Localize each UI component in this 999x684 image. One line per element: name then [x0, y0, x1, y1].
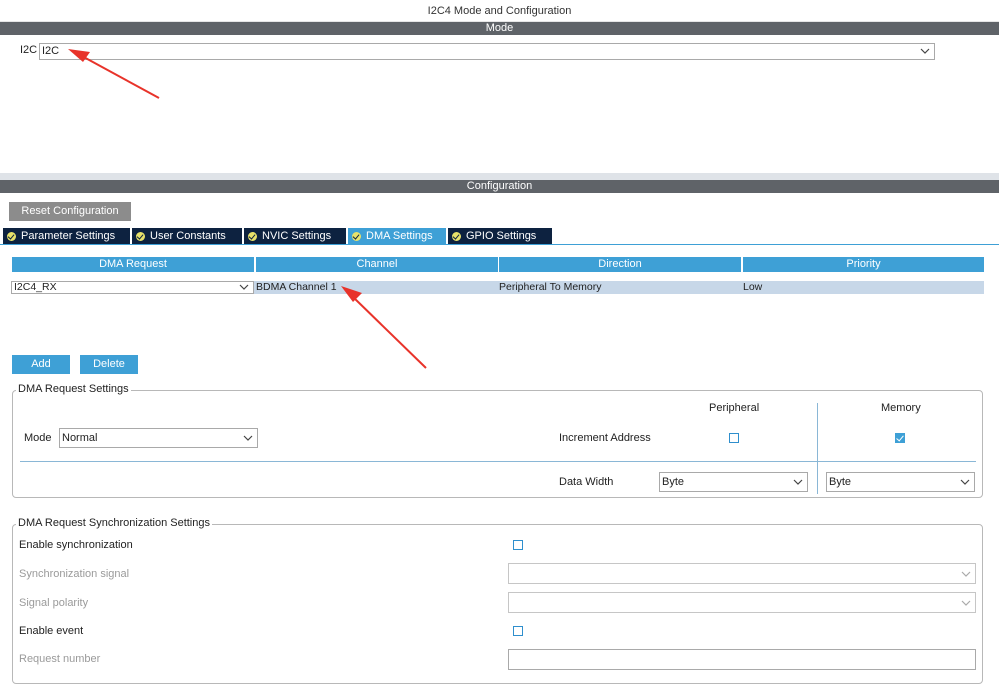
enable-event-checkbox[interactable] — [513, 626, 523, 636]
panel-separator[interactable] — [0, 173, 999, 180]
chevron-down-icon — [243, 429, 253, 447]
peripheral-increment-checkbox[interactable] — [729, 433, 739, 443]
delete-button[interactable]: Delete — [80, 355, 138, 374]
check-circle-icon — [352, 231, 361, 241]
column-header-dma-request[interactable]: DMA Request — [12, 257, 254, 272]
i2c-mode-label: I2C — [20, 44, 38, 56]
row-divider — [20, 461, 976, 462]
dma-request-settings-legend: DMA Request Settings — [16, 383, 131, 395]
reset-configuration-button[interactable]: Reset Configuration — [9, 202, 131, 221]
channel-cell: BDMA Channel 1 — [256, 281, 337, 293]
peripheral-header: Peripheral — [709, 402, 760, 414]
column-divider — [817, 403, 818, 494]
dma-sync-settings-legend: DMA Request Synchronization Settings — [16, 517, 212, 529]
chevron-down-icon — [793, 473, 803, 491]
memory-increment-checkbox[interactable] — [895, 433, 905, 443]
request-number-input[interactable] — [508, 649, 976, 670]
check-circle-icon — [7, 231, 16, 241]
peripheral-data-width-select[interactable]: Byte — [659, 472, 808, 492]
tab-user-constants[interactable]: User Constants — [132, 228, 242, 244]
chevron-down-icon — [239, 282, 249, 293]
window-title: I2C4 Mode and Configuration — [0, 0, 999, 22]
i2c-mode-select[interactable]: I2C — [39, 43, 935, 60]
tab-underline — [0, 244, 999, 245]
memory-data-width-select[interactable]: Byte — [826, 472, 975, 492]
mode-label: Mode — [24, 432, 52, 444]
add-button[interactable]: Add — [12, 355, 70, 374]
red-arrow-icon — [341, 286, 427, 369]
mode-panel: I2C I2C — [0, 35, 999, 173]
tab-dma-settings[interactable]: DMA Settings — [348, 228, 446, 244]
increment-address-label: Increment Address — [559, 432, 651, 444]
configuration-section-header: Configuration — [0, 180, 999, 193]
column-header-channel[interactable]: Channel — [256, 257, 498, 272]
check-circle-icon — [248, 231, 257, 241]
column-header-priority[interactable]: Priority — [743, 257, 984, 272]
enable-synchronization-checkbox[interactable] — [513, 540, 523, 550]
request-number-label: Request number — [19, 653, 101, 665]
mode-section-header: Mode — [0, 22, 999, 35]
dma-request-select[interactable]: I2C4_RX — [11, 281, 254, 294]
i2c-mode-value: I2C — [42, 45, 60, 57]
synchronization-signal-label: Synchronization signal — [19, 568, 130, 580]
priority-cell: Low — [743, 281, 763, 293]
memory-header: Memory — [881, 402, 921, 414]
direction-cell: Peripheral To Memory — [499, 281, 602, 293]
signal-polarity-select[interactable] — [508, 592, 976, 613]
tab-gpio-settings[interactable]: GPIO Settings — [448, 228, 552, 244]
chevron-down-icon — [961, 564, 971, 583]
check-circle-icon — [136, 231, 145, 241]
signal-polarity-label: Signal polarity — [19, 597, 89, 609]
config-tabs: Parameter Settings User Constants NVIC S… — [3, 228, 554, 244]
tab-nvic-settings[interactable]: NVIC Settings — [244, 228, 346, 244]
chevron-down-icon — [920, 44, 930, 59]
column-header-direction[interactable]: Direction — [499, 257, 741, 272]
data-width-label: Data Width — [559, 476, 614, 488]
synchronization-signal-select[interactable] — [508, 563, 976, 584]
dma-mode-select[interactable]: Normal — [59, 428, 258, 448]
chevron-down-icon — [960, 473, 970, 491]
enable-event-label: Enable event — [19, 625, 84, 637]
chevron-down-icon — [961, 593, 971, 612]
check-circle-icon — [452, 231, 461, 241]
enable-synchronization-label: Enable synchronization — [19, 539, 133, 551]
tab-parameter-settings[interactable]: Parameter Settings — [3, 228, 130, 244]
